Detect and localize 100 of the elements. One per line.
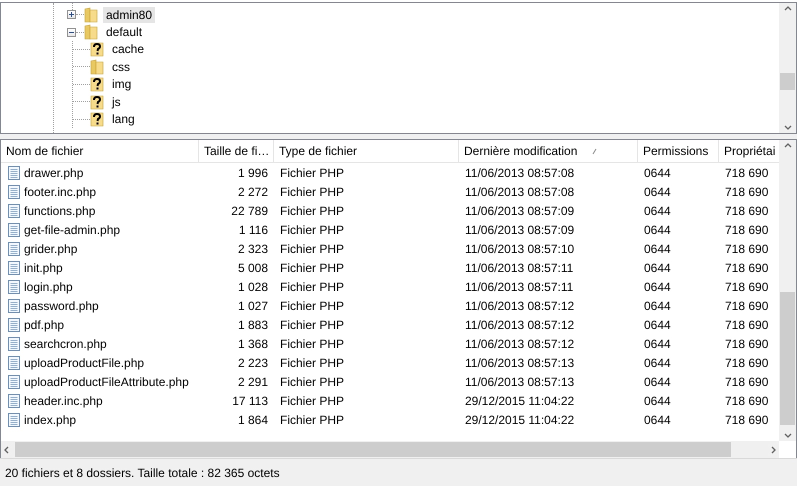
table-cell-text: 1 368	[236, 336, 269, 350]
file-icon	[7, 202, 21, 218]
table-cell-text: 11/06/2013 08:57:12	[464, 336, 576, 350]
table-cell-text: Fichier PHP	[279, 356, 346, 370]
table-cell-text: 2 272	[236, 184, 269, 198]
table-cell-text: 0644	[643, 298, 672, 312]
sort-icon	[592, 148, 597, 155]
table-cell-text: 718 690	[724, 318, 770, 332]
tree-item[interactable]: css	[109, 58, 133, 75]
file-name[interactable]: header.inc.php	[24, 394, 103, 408]
file-icon	[7, 240, 21, 256]
scrollbar-thumb[interactable]	[15, 442, 731, 457]
file-name[interactable]: functions.php	[24, 204, 96, 218]
table-cell-text: 11/06/2013 08:57:12	[464, 318, 576, 332]
table-cell-text: 0644	[643, 412, 672, 426]
table-cell-text: 0644	[643, 374, 672, 388]
scrollbar-thumb[interactable]	[780, 73, 795, 90]
table-cell-text: 11/06/2013 08:57:11	[464, 280, 574, 294]
file-name[interactable]: footer.inc.php	[24, 184, 96, 198]
question-folder-icon	[90, 41, 104, 58]
question-folder-icon	[90, 111, 104, 128]
table-cell-text: 11/06/2013 08:57:10	[464, 242, 576, 256]
file-icon	[7, 354, 21, 370]
table-cell-text: Fichier PHP	[279, 184, 346, 198]
file-icon	[7, 336, 21, 352]
table-cell-text: Fichier PHP	[279, 336, 346, 350]
tree-item[interactable]: default	[103, 24, 146, 40]
table-cell-text: 2 323	[236, 242, 269, 256]
table-cell-text: Fichier PHP	[279, 166, 346, 180]
tree-item[interactable]: lang	[109, 111, 138, 128]
file-icon	[7, 278, 21, 294]
tree-item[interactable]: img	[109, 76, 134, 92]
table-cell-text: 11/06/2013 08:57:08	[464, 184, 576, 198]
column-header[interactable]: Dernière modification	[459, 140, 638, 162]
folder-icon	[84, 6, 98, 23]
file-icon	[7, 316, 21, 332]
collapse-icon[interactable]	[67, 28, 76, 37]
table-cell-text: 718 690	[724, 336, 770, 350]
file-icon	[7, 260, 21, 276]
file-name[interactable]: init.php	[24, 260, 63, 274]
table-cell-text: 718 690	[724, 298, 770, 312]
table-cell-text: 29/12/2015 11:04:22	[464, 394, 576, 408]
file-icon	[7, 412, 21, 428]
table-cell-text: 718 690	[724, 260, 770, 274]
column-header[interactable]: Nom de fichier	[1, 140, 199, 162]
table-cell-text: Fichier PHP	[279, 280, 346, 294]
table-cell-text: 11/06/2013 08:57:13	[464, 374, 576, 388]
table-cell-text: 718 690	[724, 184, 770, 198]
file-name[interactable]: password.php	[24, 298, 99, 312]
table-cell-text: 1 028	[236, 280, 269, 294]
table-cell-text: 0644	[643, 222, 672, 236]
column-header[interactable]: Propriétai	[719, 140, 776, 162]
column-header[interactable]: Type de fichier	[274, 140, 459, 162]
file-name[interactable]: uploadProductFileAttribute.php	[24, 374, 189, 388]
table-cell-text: 11/06/2013 08:57:08	[464, 166, 576, 180]
table-cell-text: Fichier PHP	[279, 204, 346, 218]
tree-item[interactable]: cache	[109, 41, 148, 58]
file-name[interactable]: grider.php	[24, 242, 78, 256]
vertical-scrollbar[interactable]	[779, 3, 796, 133]
table-cell-text: 0644	[643, 204, 672, 218]
table-cell-text: 718 690	[724, 280, 770, 294]
table-cell-text: 11/06/2013 08:57:13	[464, 356, 576, 370]
file-name[interactable]: searchcron.php	[24, 336, 107, 350]
table-cell-text: Fichier PHP	[279, 374, 346, 388]
expand-icon[interactable]	[67, 10, 76, 20]
file-icon	[7, 184, 21, 200]
table-cell-text: 22 789	[230, 204, 269, 218]
table-cell-text: 0644	[643, 280, 672, 294]
table-cell-text: 11/06/2013 08:57:09	[464, 222, 576, 236]
table-cell-text: 718 690	[724, 222, 770, 236]
file-name[interactable]: get-file-admin.php	[24, 222, 120, 236]
table-cell-text: 718 690	[724, 242, 770, 256]
file-name[interactable]: login.php	[24, 280, 73, 294]
tree-item[interactable]: js	[109, 94, 124, 110]
file-name[interactable]: pdf.php	[24, 318, 64, 332]
scrollbar-thumb[interactable]	[780, 292, 795, 425]
table-cell-text: 0644	[643, 260, 672, 274]
file-icon	[7, 374, 21, 390]
vertical-scrollbar[interactable]	[779, 140, 796, 441]
table-cell-text: 11/06/2013 08:57:09	[464, 204, 576, 218]
table-cell-text: Fichier PHP	[279, 412, 346, 426]
table-cell-text: 0644	[643, 356, 672, 370]
table-cell-text: 1 996	[236, 166, 269, 180]
table-cell-text: Fichier PHP	[279, 222, 346, 236]
column-header[interactable]: Permissions	[638, 140, 719, 162]
table-cell-text: 0644	[643, 184, 672, 198]
table-cell-text: 718 690	[724, 166, 770, 180]
file-icon	[7, 298, 21, 314]
table-cell-text: 5 008	[236, 260, 269, 274]
tree-item[interactable]: admin80	[103, 6, 156, 23]
question-folder-icon	[90, 76, 104, 92]
file-name[interactable]: drawer.php	[24, 166, 84, 180]
table-cell-text: 1 116	[238, 222, 269, 236]
table-cell-text: 718 690	[724, 412, 770, 426]
file-name[interactable]: uploadProductFile.php	[24, 356, 144, 370]
table-cell-text: 718 690	[724, 394, 770, 408]
file-icon	[7, 392, 21, 408]
file-name[interactable]: index.php	[24, 412, 76, 426]
column-header[interactable]: Taille de fi…	[199, 140, 274, 162]
table-cell-text: 17 113	[231, 394, 269, 408]
